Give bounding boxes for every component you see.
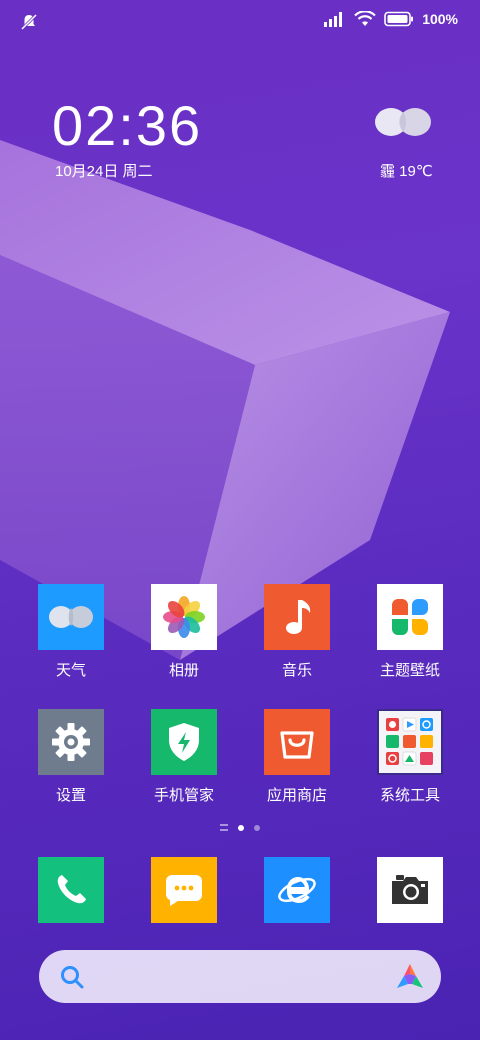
app-folder-system-tools[interactable]: 系统工具 — [360, 709, 460, 805]
dock-phone[interactable] — [21, 857, 121, 923]
system-tools-folder-icon — [377, 709, 443, 775]
app-label: 音乐 — [281, 662, 312, 679]
music-app-icon — [264, 584, 330, 650]
dock-camera[interactable] — [360, 857, 460, 923]
app-label: 系统工具 — [379, 787, 440, 804]
search-bar[interactable] — [39, 950, 441, 1003]
weather-summary: 霾 19℃ — [380, 163, 433, 180]
page-dot — [254, 824, 260, 831]
minus-one-screen-indicator — [220, 824, 228, 831]
app-label: 手机管家 — [153, 787, 214, 804]
dock-browser[interactable] — [247, 857, 347, 923]
page-dot-active — [238, 824, 244, 831]
app-label: 相册 — [168, 662, 199, 679]
phone-app-icon — [38, 857, 104, 923]
app-weather[interactable]: 天气 — [21, 584, 121, 680]
page-indicator[interactable] — [0, 824, 480, 831]
wifi-icon — [354, 11, 376, 26]
themes-app-icon — [377, 584, 443, 650]
app-themes[interactable]: 主题壁纸 — [360, 584, 460, 680]
gallery-app-icon — [151, 584, 217, 650]
signal-icon — [324, 12, 343, 27]
app-gallery[interactable]: 相册 — [134, 584, 234, 680]
browser-app-icon — [264, 857, 330, 923]
app-label: 天气 — [55, 662, 86, 679]
app-label: 主题壁纸 — [379, 662, 440, 679]
weather-app-icon — [38, 584, 104, 650]
messages-app-icon — [151, 857, 217, 923]
app-label: 设置 — [55, 787, 86, 804]
app-music[interactable]: 音乐 — [247, 584, 347, 680]
notification-muted-icon — [20, 13, 38, 31]
dock-messages[interactable] — [134, 857, 234, 923]
clock-date: 10月24日 周二 — [55, 163, 153, 180]
camera-app-icon — [377, 857, 443, 923]
status-bar: 100% — [0, 0, 480, 44]
app-store[interactable]: 应用商店 — [247, 709, 347, 805]
battery-icon — [384, 11, 414, 27]
weather-haze-icon[interactable] — [374, 104, 432, 140]
app-store-icon — [264, 709, 330, 775]
settings-app-icon — [38, 709, 104, 775]
app-phone-manager[interactable]: 手机管家 — [134, 709, 234, 805]
app-settings[interactable]: 设置 — [21, 709, 121, 805]
assistant-logo-icon[interactable] — [395, 962, 425, 992]
app-label: 应用商店 — [266, 787, 327, 804]
battery-percent: 100% — [422, 11, 458, 27]
security-app-icon — [151, 709, 217, 775]
clock-time[interactable]: 02:36 — [52, 98, 202, 154]
search-icon[interactable] — [59, 964, 85, 990]
